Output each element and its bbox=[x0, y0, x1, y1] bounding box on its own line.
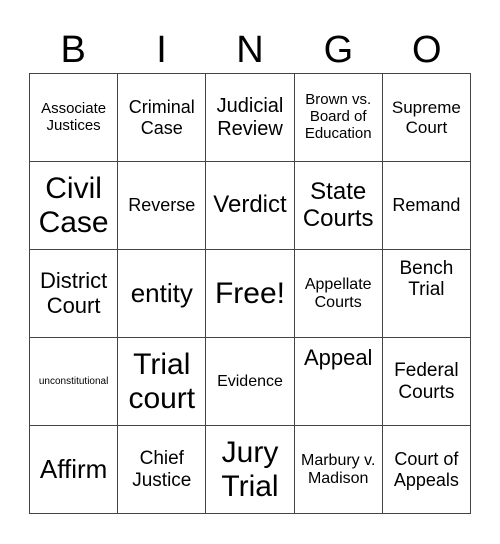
bingo-cell[interactable]: unconstitutional bbox=[30, 338, 119, 426]
cell-text: Jury Trial bbox=[221, 435, 279, 503]
cell-text: Verdict bbox=[213, 191, 287, 219]
header-letter-b: B bbox=[60, 29, 86, 71]
cell-text: Criminal Case bbox=[128, 97, 195, 138]
bingo-cell[interactable]: Jury Trial bbox=[206, 426, 295, 514]
cell-text: Bench Trial bbox=[399, 258, 454, 301]
cell-text: Supreme Court bbox=[391, 98, 461, 137]
bingo-cell[interactable]: State Courts bbox=[294, 162, 383, 250]
cell-text: State Courts bbox=[302, 177, 374, 232]
bingo-cell[interactable]: Court of Appeals bbox=[382, 426, 471, 514]
cell-text: Marbury v. Madison bbox=[301, 451, 376, 487]
cell-text: Appellate Courts bbox=[304, 275, 372, 311]
bingo-cell[interactable]: Appellate Courts bbox=[294, 250, 383, 338]
header-letter-i: I bbox=[156, 29, 167, 71]
bingo-cell[interactable]: Judicial Review bbox=[206, 74, 295, 162]
cell-text: District Court bbox=[39, 267, 108, 318]
cell-text: Evidence bbox=[217, 372, 283, 390]
cell-text: Associate Justices bbox=[41, 99, 107, 134]
bingo-cell[interactable]: Associate Justices bbox=[30, 74, 119, 162]
bingo-grid: Associate Justices Criminal Case Judicia… bbox=[29, 73, 471, 514]
bingo-cell[interactable]: Chief Justice bbox=[118, 426, 207, 514]
cell-text: Reverse bbox=[128, 195, 196, 216]
bingo-cell[interactable]: Bench Trial bbox=[382, 250, 471, 338]
header-letter-g: G bbox=[323, 29, 354, 71]
bingo-cell[interactable]: entity bbox=[118, 250, 207, 338]
cell-text: unconstitutional bbox=[38, 375, 109, 387]
bingo-cell[interactable]: Trial court bbox=[118, 338, 207, 426]
bingo-cell[interactable]: Evidence bbox=[206, 338, 295, 426]
cell-text: entity bbox=[130, 277, 193, 308]
bingo-cell[interactable]: Marbury v. Madison bbox=[294, 426, 383, 514]
bingo-cell[interactable]: Reverse bbox=[118, 162, 207, 250]
bingo-cell[interactable]: Federal Courts bbox=[382, 338, 471, 426]
bingo-cell[interactable]: Brown vs. Board of Education bbox=[294, 74, 383, 162]
bingo-cell[interactable]: Verdict bbox=[206, 162, 295, 250]
bingo-cell[interactable]: District Court bbox=[30, 250, 119, 338]
header-letter-n: N bbox=[236, 29, 264, 71]
bingo-cell[interactable]: Appeal bbox=[294, 338, 383, 426]
header-letter-o: O bbox=[411, 29, 442, 71]
cell-text: Civil Case bbox=[38, 171, 109, 239]
cell-text: Remand bbox=[392, 195, 461, 216]
cell-text: Brown vs. Board of Education bbox=[304, 91, 372, 142]
cell-text: Federal Courts bbox=[394, 360, 459, 403]
free-space[interactable]: Free! bbox=[206, 250, 295, 338]
bingo-cell[interactable]: Civil Case bbox=[30, 162, 119, 250]
cell-text: Affirm bbox=[39, 453, 108, 484]
bingo-cell[interactable]: Remand bbox=[382, 162, 471, 250]
bingo-cell[interactable]: Affirm bbox=[30, 426, 119, 514]
bingo-cell[interactable]: Supreme Court bbox=[382, 74, 471, 162]
cell-text: Court of Appeals bbox=[393, 449, 459, 490]
cell-text: Judicial Review bbox=[216, 95, 284, 140]
bingo-cell[interactable]: Criminal Case bbox=[118, 74, 207, 162]
cell-text: Chief Justice bbox=[132, 448, 192, 491]
cell-text: Appeal bbox=[303, 345, 373, 370]
bingo-header: B I N G O bbox=[29, 26, 471, 76]
cell-text: Trial court bbox=[128, 347, 196, 415]
cell-text: Free! bbox=[214, 276, 285, 310]
